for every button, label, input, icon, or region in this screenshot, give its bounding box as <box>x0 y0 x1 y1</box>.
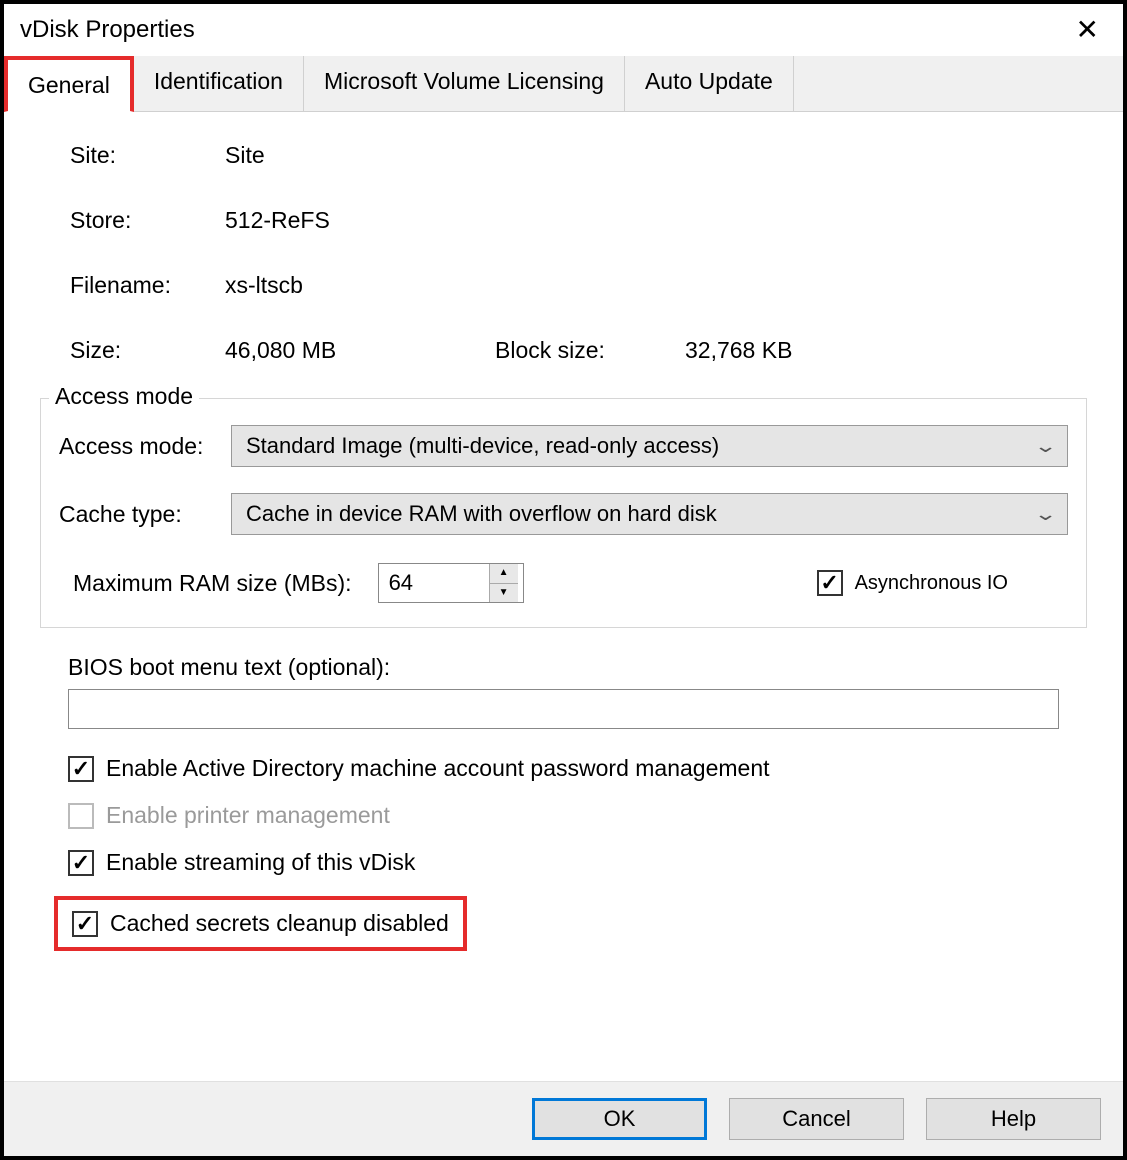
tab-identification[interactable]: Identification <box>134 56 304 111</box>
ram-size-input[interactable] <box>379 564 489 602</box>
checkbox-icon <box>68 803 94 829</box>
spinner-up-icon[interactable]: ▲ <box>490 564 518 584</box>
help-button[interactable]: Help <box>926 1098 1101 1140</box>
ram-size-label: Maximum RAM size (MBs): <box>73 570 352 597</box>
dialog-footer: OK Cancel Help <box>4 1081 1123 1156</box>
checkbox-icon <box>68 756 94 782</box>
enable-printer-checkbox: Enable printer management <box>68 802 1059 829</box>
cache-type-label: Cache type: <box>59 501 221 528</box>
tab-volume-licensing[interactable]: Microsoft Volume Licensing <box>304 56 625 111</box>
close-icon[interactable]: ✕ <box>1068 12 1107 48</box>
tab-bar: General Identification Microsoft Volume … <box>4 56 1123 112</box>
chevron-down-icon: ⌄ <box>1033 504 1057 525</box>
ok-button[interactable]: OK <box>532 1098 707 1140</box>
filename-value: xs-ltscb <box>225 272 495 299</box>
bios-label: BIOS boot menu text (optional): <box>68 654 1059 681</box>
tab-general[interactable]: General <box>4 56 134 112</box>
cache-type-select[interactable]: Cache in device RAM with overflow on har… <box>231 493 1068 535</box>
site-value: Site <box>225 142 495 169</box>
tab-auto-update[interactable]: Auto Update <box>625 56 794 111</box>
enable-streaming-checkbox[interactable]: Enable streaming of this vDisk <box>68 849 1059 876</box>
block-value: 32,768 KB <box>685 337 865 364</box>
window-title: vDisk Properties <box>20 16 195 44</box>
spinner-down-icon[interactable]: ▼ <box>490 584 518 603</box>
access-mode-value: Standard Image (multi-device, read-only … <box>246 433 719 459</box>
enable-streaming-label: Enable streaming of this vDisk <box>106 849 415 876</box>
access-mode-group: Access mode Access mode: Standard Image … <box>40 398 1087 628</box>
chevron-down-icon: ⌄ <box>1033 436 1057 457</box>
size-value: 46,080 MB <box>225 337 495 364</box>
titlebar: vDisk Properties ✕ <box>4 4 1123 56</box>
site-label: Site: <box>70 142 225 169</box>
block-label: Block size: <box>495 337 685 364</box>
access-mode-legend: Access mode <box>49 383 199 410</box>
cached-secrets-checkbox[interactable]: Cached secrets cleanup disabled <box>72 910 449 937</box>
bios-input[interactable] <box>68 689 1059 729</box>
dialog-window: vDisk Properties ✕ General Identificatio… <box>0 0 1127 1160</box>
cached-secrets-highlight: Cached secrets cleanup disabled <box>54 896 467 951</box>
store-label: Store: <box>70 207 225 234</box>
options-list: Enable Active Directory machine account … <box>68 755 1059 951</box>
bios-section: BIOS boot menu text (optional): <box>68 654 1059 729</box>
access-mode-label: Access mode: <box>59 433 221 460</box>
enable-ad-checkbox[interactable]: Enable Active Directory machine account … <box>68 755 1059 782</box>
cached-secrets-label: Cached secrets cleanup disabled <box>110 910 449 937</box>
cancel-button[interactable]: Cancel <box>729 1098 904 1140</box>
enable-ad-label: Enable Active Directory machine account … <box>106 755 770 782</box>
filename-label: Filename: <box>70 272 225 299</box>
info-grid: Site: Site Store: 512-ReFS Filename: xs-… <box>70 142 1087 364</box>
checkbox-icon <box>68 850 94 876</box>
size-label: Size: <box>70 337 225 364</box>
store-value: 512-ReFS <box>225 207 495 234</box>
async-io-label: Asynchronous IO <box>855 572 1008 595</box>
tab-panel-general: Site: Site Store: 512-ReFS Filename: xs-… <box>4 112 1123 1081</box>
cache-type-value: Cache in device RAM with overflow on har… <box>246 501 717 527</box>
access-mode-select[interactable]: Standard Image (multi-device, read-only … <box>231 425 1068 467</box>
async-io-checkbox[interactable]: Asynchronous IO <box>817 570 1008 596</box>
enable-printer-label: Enable printer management <box>106 802 390 829</box>
ram-size-spinner[interactable]: ▲ ▼ <box>378 563 524 603</box>
checkbox-icon <box>817 570 843 596</box>
checkbox-icon <box>72 911 98 937</box>
